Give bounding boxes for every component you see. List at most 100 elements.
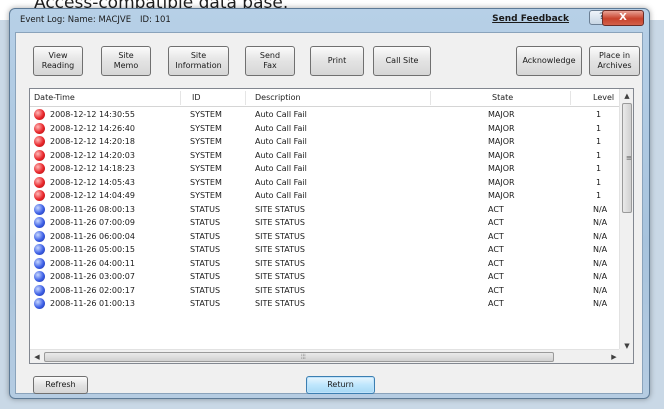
cell-level: N/A [593,299,608,308]
table-row[interactable]: 2008-12-12 14:18:23 SYSTEM Auto Call Fail M… [30,162,621,176]
cell-id: SYSTEM [190,110,222,119]
cell-state: ACT [488,231,504,241]
send-feedback-link[interactable]: Send Feedback [492,14,569,24]
table-row[interactable]: 2008-12-12 14:04:49 SYSTEM Auto Call Fail M… [30,189,621,203]
event-log-list[interactable]: Date-Time ID Description State Level 200… [29,88,634,364]
cell-datetime: 2008-12-12 14:26:40 [50,123,135,133]
red-alarm-icon [34,190,45,201]
list-header: Date-Time ID Description State Level [30,89,621,107]
table-row[interactable]: 2008-11-26 06:00:04 STATUS SITE STATUS ACT N… [30,230,621,244]
red-alarm-icon [34,163,45,174]
vertical-scroll-thumb[interactable]: ≡ [622,103,632,213]
red-alarm-icon [34,149,45,161]
table-row[interactable]: 2008-12-12 14:26:40 SYSTEM Auto Call Fail M… [30,122,621,136]
column-header-level[interactable]: Level [593,93,614,102]
table-row[interactable]: 2008-11-26 07:00:09 STATUS SITE STATUS ACT N… [30,216,621,230]
cell-description: SITE STATUS [255,218,305,227]
cell-state: ACT [488,218,504,227]
cell-level: N/A [593,245,608,254]
cell-id: STATUS [190,299,221,308]
vertical-scrollbar[interactable]: ▲ ≡ ▼ [619,89,633,353]
site-memo-button[interactable]: Site Memo [101,46,151,76]
cell-level: 1 [596,164,602,173]
table-row[interactable]: 2008-11-26 04:00:11 STATUS SITE STATUS ACT N… [30,257,621,271]
cell-id: SYSTEM [190,177,222,187]
cell-description: Auto Call Fail [255,150,307,160]
cell-id: STATUS [190,231,221,241]
table-row[interactable]: 2008-11-26 08:00:13 STATUS SITE STATUS ACT N… [30,203,621,217]
cell-level: N/A [593,272,608,281]
blue-status-icon [34,203,45,215]
cell-level: 1 [596,150,602,160]
horizontal-scroll-thumb[interactable]: ⦙⦙⦙ [44,352,554,362]
cell-state: MAJOR [488,137,515,146]
table-row[interactable]: 2008-11-26 01:00:13 STATUS SITE STATUS ACT N… [30,297,621,311]
cell-description: Auto Call Fail [255,164,307,173]
red-alarm-icon [34,136,45,147]
cell-description: Auto Call Fail [255,177,307,187]
window-client-area: View Reading Site Memo Site Information … [15,32,643,394]
cell-state: MAJOR [488,123,515,133]
call-site-button[interactable]: Call Site [373,46,431,76]
close-icon[interactable]: X [602,10,644,26]
cell-state: MAJOR [488,110,515,119]
table-row[interactable]: 2008-12-12 14:30:55 SYSTEM Auto Call Fail M… [30,108,621,122]
cell-id: STATUS [190,285,221,295]
cell-datetime: 2008-12-12 14:18:23 [50,164,135,173]
cell-datetime: 2008-12-12 14:20:03 [50,150,135,160]
cell-state: ACT [488,245,504,254]
cell-level: 1 [596,191,602,200]
cell-state: ACT [488,204,504,214]
scrollbar-corner [619,349,633,363]
scroll-left-icon[interactable]: ◀ [30,350,44,363]
table-row[interactable]: 2008-11-26 05:00:15 STATUS SITE STATUS ACT N… [30,243,621,257]
cell-description: SITE STATUS [255,299,305,308]
blue-status-icon [34,244,45,255]
cell-level: N/A [593,204,608,214]
cell-state: ACT [488,272,504,281]
print-button[interactable]: Print [310,46,364,76]
acknowledge-button[interactable]: Acknowledge [516,46,582,76]
table-row[interactable]: 2008-12-12 14:05:43 SYSTEM Auto Call Fail M… [30,176,621,190]
cell-description: SITE STATUS [255,258,305,268]
window-id-label: ID: 101 [140,15,171,25]
send-fax-button[interactable]: Send Fax [245,46,295,76]
table-row[interactable]: 2008-11-26 02:00:17 STATUS SITE STATUS ACT N… [30,284,621,298]
blue-status-icon [34,230,45,242]
cell-datetime: 2008-11-26 01:00:13 [50,299,135,308]
cell-description: Auto Call Fail [255,137,307,146]
red-alarm-icon [34,122,45,134]
place-in-archives-button[interactable]: Place in Archives [589,46,640,76]
horizontal-scrollbar[interactable]: ◀ ⦙⦙⦙ ▶ [30,349,621,363]
return-button[interactable]: Return [306,376,375,394]
table-row[interactable]: 2008-12-12 14:20:03 SYSTEM Auto Call Fail M… [30,149,621,163]
cell-level: N/A [593,218,608,227]
cell-datetime: 2008-11-26 03:00:07 [50,272,135,281]
cell-datetime: 2008-11-26 06:00:04 [50,231,135,241]
column-header-id[interactable]: ID [192,93,201,102]
table-row[interactable]: 2008-11-26 03:00:07 STATUS SITE STATUS ACT N… [30,270,621,284]
cell-level: N/A [593,231,608,241]
refresh-button[interactable]: Refresh [33,376,88,394]
cell-datetime: 2008-11-26 08:00:13 [50,204,135,214]
blue-status-icon [34,284,45,296]
cell-level: 1 [596,123,602,133]
cell-id: STATUS [190,272,221,281]
column-header-state[interactable]: State [492,93,513,102]
cell-level: 1 [596,177,602,187]
cell-datetime: 2008-11-26 02:00:17 [50,285,135,295]
scroll-up-icon[interactable]: ▲ [620,89,633,103]
column-header-datetime[interactable]: Date-Time [34,93,75,102]
cell-id: SYSTEM [190,164,222,173]
cell-id: STATUS [190,204,221,214]
cell-description: Auto Call Fail [255,110,307,119]
column-header-description[interactable]: Description [255,93,301,102]
cell-description: SITE STATUS [255,272,305,281]
view-reading-button[interactable]: View Reading [33,46,83,76]
table-row[interactable]: 2008-12-12 14:20:18 SYSTEM Auto Call Fail M… [30,135,621,149]
cell-id: STATUS [190,245,221,254]
site-information-button[interactable]: Site Information [168,46,229,76]
cell-description: SITE STATUS [255,204,305,214]
cell-state: ACT [488,285,504,295]
cell-description: SITE STATUS [255,231,305,241]
